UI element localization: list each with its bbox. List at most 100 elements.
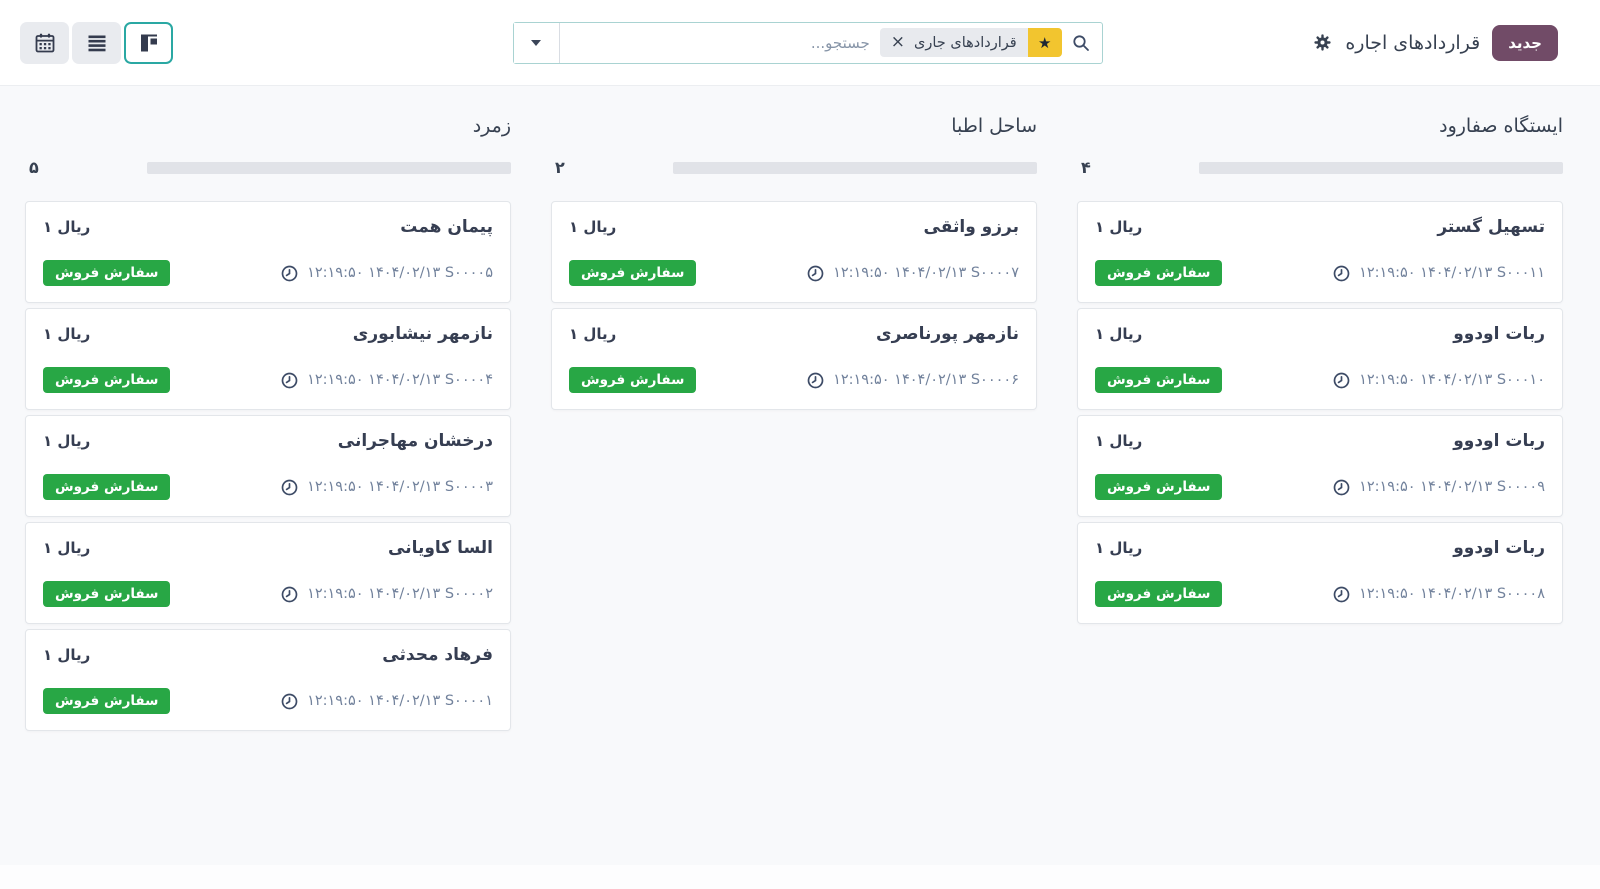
- card-bottom-row: ۱۲:۱۹:۵۰ ۱۴۰۴/۰۲/۱۳ S۰۰۰۰۶ سفارش فروش: [569, 367, 1019, 393]
- list-icon: [86, 32, 108, 54]
- clock-icon: [281, 372, 298, 389]
- card-customer-name: پیمان همت: [400, 217, 493, 237]
- column-title[interactable]: زمرد: [25, 115, 511, 137]
- card-bottom-row: ۱۲:۱۹:۵۰ ۱۴۰۴/۰۲/۱۳ S۰۰۰۰۵ سفارش فروش: [43, 260, 493, 286]
- settings-button[interactable]: [1312, 32, 1333, 53]
- sales-order-badge[interactable]: سفارش فروش: [1095, 260, 1223, 286]
- card-amount: ۱ ریال: [569, 325, 617, 343]
- clock-icon: [1333, 265, 1350, 282]
- card-bottom-row: ۱۲:۱۹:۵۰ ۱۴۰۴/۰۲/۱۳ S۰۰۰۰۹ سفارش فروش: [1095, 474, 1545, 500]
- card-bottom-row: ۱۲:۱۹:۵۰ ۱۴۰۴/۰۲/۱۳ S۰۰۰۰۷ سفارش فروش: [569, 260, 1019, 286]
- sales-order-badge[interactable]: سفارش فروش: [43, 474, 171, 500]
- facet-body: قراردادهای جاری ×: [879, 28, 1028, 57]
- card-datetime-ref: ۱۲:۱۹:۵۰ ۱۴۰۴/۰۲/۱۳ S۰۰۰۱۰: [1359, 372, 1545, 388]
- page-title: قراردادهای اجاره: [1345, 31, 1481, 54]
- card-amount: ۱ ریال: [569, 218, 617, 236]
- kanban-card[interactable]: تسهیل گستر ۱ ریال ۱۲:۱۹:۵۰ ۱۴۰۴/۰۲/۱۳ S۰…: [1077, 201, 1563, 303]
- favorite-star-icon[interactable]: ★: [1027, 28, 1062, 57]
- calendar-icon: [34, 32, 56, 54]
- card-amount: ۱ ریال: [1095, 539, 1143, 557]
- clock-icon: [1333, 586, 1350, 603]
- card-top-row: برزو واثقی ۱ ریال: [569, 217, 1019, 237]
- column-cards: پیمان همت ۱ ریال ۱۲:۱۹:۵۰ ۱۴۰۴/۰۲/۱۳ S۰۰…: [25, 201, 511, 731]
- column-progress-bar[interactable]: [672, 161, 1037, 174]
- card-datetime-ref: ۱۲:۱۹:۵۰ ۱۴۰۴/۰۲/۱۳ S۰۰۰۰۲: [307, 586, 493, 602]
- search-icon: [1072, 34, 1090, 52]
- column-progress-bar[interactable]: [1198, 161, 1563, 174]
- kanban-card[interactable]: فرهاد محدثی ۱ ریال ۱۲:۱۹:۵۰ ۱۴۰۴/۰۲/۱۳ S…: [25, 629, 511, 731]
- card-amount: ۱ ریال: [1095, 218, 1143, 236]
- kanban-column: ایستگاه صفارود ۴ تسهیل گستر ۱ ریال ۱۲:۱۹…: [1077, 115, 1563, 629]
- column-progress-row: ۴: [1077, 158, 1563, 177]
- kanban-card[interactable]: برزو واثقی ۱ ریال ۱۲:۱۹:۵۰ ۱۴۰۴/۰۲/۱۳ S۰…: [551, 201, 1037, 303]
- new-button[interactable]: جدید: [1492, 24, 1558, 61]
- card-customer-name: نازمهر نیشابوری: [352, 324, 493, 344]
- card-customer-name: ربات اودوو: [1453, 324, 1545, 344]
- kanban-card[interactable]: ربات اودوو ۱ ریال ۱۲:۱۹:۵۰ ۱۴۰۴/۰۲/۱۳ S۰…: [1077, 308, 1563, 410]
- kanban-card[interactable]: نازمهر پورناصری ۱ ریال ۱۲:۱۹:۵۰ ۱۴۰۴/۰۲/…: [551, 308, 1037, 410]
- card-datetime-ref: ۱۲:۱۹:۵۰ ۱۴۰۴/۰۲/۱۳ S۰۰۰۰۹: [1359, 479, 1545, 495]
- card-bottom-row: ۱۲:۱۹:۵۰ ۱۴۰۴/۰۲/۱۳ S۰۰۰۱۱ سفارش فروش: [1095, 260, 1545, 286]
- card-customer-name: برزو واثقی: [923, 217, 1019, 237]
- card-datetime-ref: ۱۲:۱۹:۵۰ ۱۴۰۴/۰۲/۱۳ S۰۰۰۰۴: [307, 372, 493, 388]
- kanban-card[interactable]: پیمان همت ۱ ریال ۱۲:۱۹:۵۰ ۱۴۰۴/۰۲/۱۳ S۰۰…: [25, 201, 511, 303]
- column-title[interactable]: ساحل اطبا: [551, 115, 1037, 137]
- search-dropdown-toggle[interactable]: [513, 22, 560, 63]
- card-bottom-row: ۱۲:۱۹:۵۰ ۱۴۰۴/۰۲/۱۳ S۰۰۰۰۲ سفارش فروش: [43, 581, 493, 607]
- bottom-scroll-area[interactable]: [0, 865, 1600, 889]
- sales-order-badge[interactable]: سفارش فروش: [569, 260, 697, 286]
- card-ref-group: ۱۲:۱۹:۵۰ ۱۴۰۴/۰۲/۱۳ S۰۰۰۰۷: [807, 265, 1019, 282]
- kanban-card[interactable]: درخشان مهاجرانی ۱ ریال ۱۲:۱۹:۵۰ ۱۴۰۴/۰۲/…: [25, 415, 511, 517]
- sales-order-badge[interactable]: سفارش فروش: [1095, 367, 1223, 393]
- card-top-row: درخشان مهاجرانی ۱ ریال: [43, 431, 493, 451]
- card-amount: ۱ ریال: [43, 325, 91, 343]
- card-datetime-ref: ۱۲:۱۹:۵۰ ۱۴۰۴/۰۲/۱۳ S۰۰۰۰۸: [1359, 586, 1545, 602]
- kanban-card[interactable]: ربات اودوو ۱ ریال ۱۲:۱۹:۵۰ ۱۴۰۴/۰۲/۱۳ S۰…: [1077, 415, 1563, 517]
- kanban-card[interactable]: نازمهر نیشابوری ۱ ریال ۱۲:۱۹:۵۰ ۱۴۰۴/۰۲/…: [25, 308, 511, 410]
- card-top-row: ربات اودوو ۱ ریال: [1095, 431, 1545, 451]
- facet-remove-icon[interactable]: ×: [891, 34, 905, 51]
- card-top-row: فرهاد محدثی ۱ ریال: [43, 645, 493, 665]
- card-ref-group: ۱۲:۱۹:۵۰ ۱۴۰۴/۰۲/۱۳ S۰۰۰۰۲: [281, 586, 493, 603]
- search-bar[interactable]: ★ قراردادهای جاری ×: [512, 21, 1103, 64]
- sales-order-badge[interactable]: سفارش فروش: [43, 367, 171, 393]
- header-title-group: جدید قراردادهای اجاره: [1312, 24, 1558, 61]
- card-top-row: تسهیل گستر ۱ ریال: [1095, 217, 1545, 237]
- kanban-column: ساحل اطبا ۲ برزو واثقی ۱ ریال ۱۲:۱۹:۵۰ ۱…: [551, 115, 1037, 415]
- caret-down-icon: [531, 39, 542, 46]
- kanban-card[interactable]: السا کاویانی ۱ ریال ۱۲:۱۹:۵۰ ۱۴۰۴/۰۲/۱۳ …: [25, 522, 511, 624]
- sales-order-badge[interactable]: سفارش فروش: [569, 367, 697, 393]
- card-ref-group: ۱۲:۱۹:۵۰ ۱۴۰۴/۰۲/۱۳ S۰۰۰۰۵: [281, 265, 493, 282]
- kanban-view-button[interactable]: [124, 21, 173, 64]
- card-ref-group: ۱۲:۱۹:۵۰ ۱۴۰۴/۰۲/۱۳ S۰۰۰۱۰: [1333, 372, 1545, 389]
- search-input[interactable]: [559, 22, 880, 63]
- card-amount: ۱ ریال: [43, 432, 91, 450]
- list-view-button[interactable]: [72, 21, 121, 64]
- card-amount: ۱ ریال: [1095, 432, 1143, 450]
- sales-order-badge[interactable]: سفارش فروش: [1095, 581, 1223, 607]
- gear-icon: [1314, 34, 1331, 51]
- column-count: ۴: [1081, 158, 1091, 177]
- card-ref-group: ۱۲:۱۹:۵۰ ۱۴۰۴/۰۲/۱۳ S۰۰۰۰۳: [281, 479, 493, 496]
- clock-icon: [807, 372, 824, 389]
- column-cards: برزو واثقی ۱ ریال ۱۲:۱۹:۵۰ ۱۴۰۴/۰۲/۱۳ S۰…: [551, 201, 1037, 410]
- sales-order-badge[interactable]: سفارش فروش: [43, 581, 171, 607]
- card-top-row: نازمهر پورناصری ۱ ریال: [569, 324, 1019, 344]
- card-bottom-row: ۱۲:۱۹:۵۰ ۱۴۰۴/۰۲/۱۳ S۰۰۰۱۰ سفارش فروش: [1095, 367, 1545, 393]
- sales-order-badge[interactable]: سفارش فروش: [1095, 474, 1223, 500]
- column-progress-row: ۲: [551, 158, 1037, 177]
- calendar-view-button[interactable]: [20, 21, 69, 64]
- column-progress-bar[interactable]: [146, 161, 511, 174]
- kanban-card[interactable]: ربات اودوو ۱ ریال ۱۲:۱۹:۵۰ ۱۴۰۴/۰۲/۱۳ S۰…: [1077, 522, 1563, 624]
- card-top-row: پیمان همت ۱ ریال: [43, 217, 493, 237]
- card-datetime-ref: ۱۲:۱۹:۵۰ ۱۴۰۴/۰۲/۱۳ S۰۰۰۱۱: [1359, 265, 1545, 281]
- sales-order-badge[interactable]: سفارش فروش: [43, 688, 171, 714]
- sales-order-badge[interactable]: سفارش فروش: [43, 260, 171, 286]
- search-facet[interactable]: ★ قراردادهای جاری ×: [879, 28, 1062, 57]
- clock-icon: [281, 586, 298, 603]
- card-ref-group: ۱۲:۱۹:۵۰ ۱۴۰۴/۰۲/۱۳ S۰۰۰۰۱: [281, 693, 493, 710]
- card-amount: ۱ ریال: [43, 218, 91, 236]
- column-title[interactable]: ایستگاه صفارود: [1077, 115, 1563, 137]
- card-ref-group: ۱۲:۱۹:۵۰ ۱۴۰۴/۰۲/۱۳ S۰۰۰۰۶: [807, 372, 1019, 389]
- clock-icon: [281, 479, 298, 496]
